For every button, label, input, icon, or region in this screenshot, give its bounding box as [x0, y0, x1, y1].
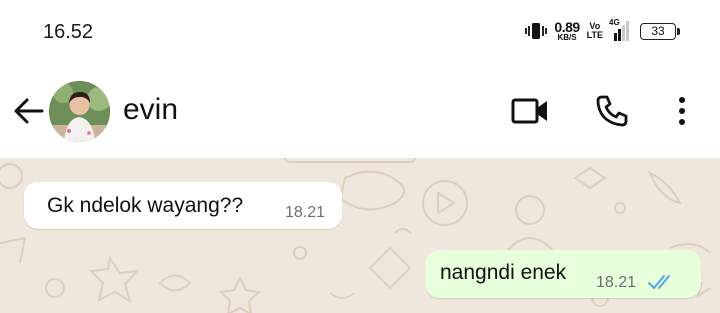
network-speed-value: 0.89: [554, 19, 580, 35]
message-bubble-outgoing[interactable]: nangndi enek 18.21: [425, 250, 701, 298]
signal-bar: [626, 21, 629, 41]
avatar[interactable]: [49, 81, 110, 142]
phone-icon[interactable]: [594, 93, 630, 129]
message-bubble-incoming[interactable]: Gk ndelok wayang?? 18.21: [24, 182, 342, 229]
signal-bar: [622, 25, 625, 41]
double-check-icon: [648, 275, 670, 289]
chat-header: evin: [0, 64, 720, 158]
status-time: 16.52: [43, 21, 94, 43]
network-speed: 0.89 KB/S: [554, 19, 580, 42]
network-speed-unit: KB/S: [557, 33, 577, 42]
message-time: 18.21: [285, 204, 326, 221]
message-text: nangndi enek: [440, 261, 567, 284]
contact-name[interactable]: evin: [123, 93, 178, 127]
message-time: 18.21: [596, 274, 637, 291]
vibrate-icon: [525, 23, 548, 39]
signal-icon: 4G: [609, 18, 629, 41]
volte-indicator: Vo LTE: [587, 22, 603, 40]
status-bar: 16.52 0.89 KB/S Vo LTE 4G 33: [0, 0, 720, 64]
status-icons: 0.89 KB/S Vo LTE 4G 33: [525, 18, 680, 44]
chat-area[interactable]: Gk ndelok wayang?? 18.21 nangndi enek 18…: [0, 158, 720, 313]
volte-bottom: LTE: [586, 30, 603, 40]
avatar-image: [49, 81, 110, 142]
message-text: Gk ndelok wayang??: [47, 194, 244, 217]
more-vertical-icon[interactable]: [670, 92, 694, 130]
battery-level: 33: [651, 24, 665, 38]
network-type: 4G: [609, 18, 620, 27]
video-camera-icon[interactable]: [510, 94, 550, 128]
signal-bar: [618, 29, 621, 41]
battery-icon: 33: [640, 22, 680, 40]
signal-bar: [614, 33, 617, 41]
back-arrow-icon[interactable]: [12, 94, 46, 128]
